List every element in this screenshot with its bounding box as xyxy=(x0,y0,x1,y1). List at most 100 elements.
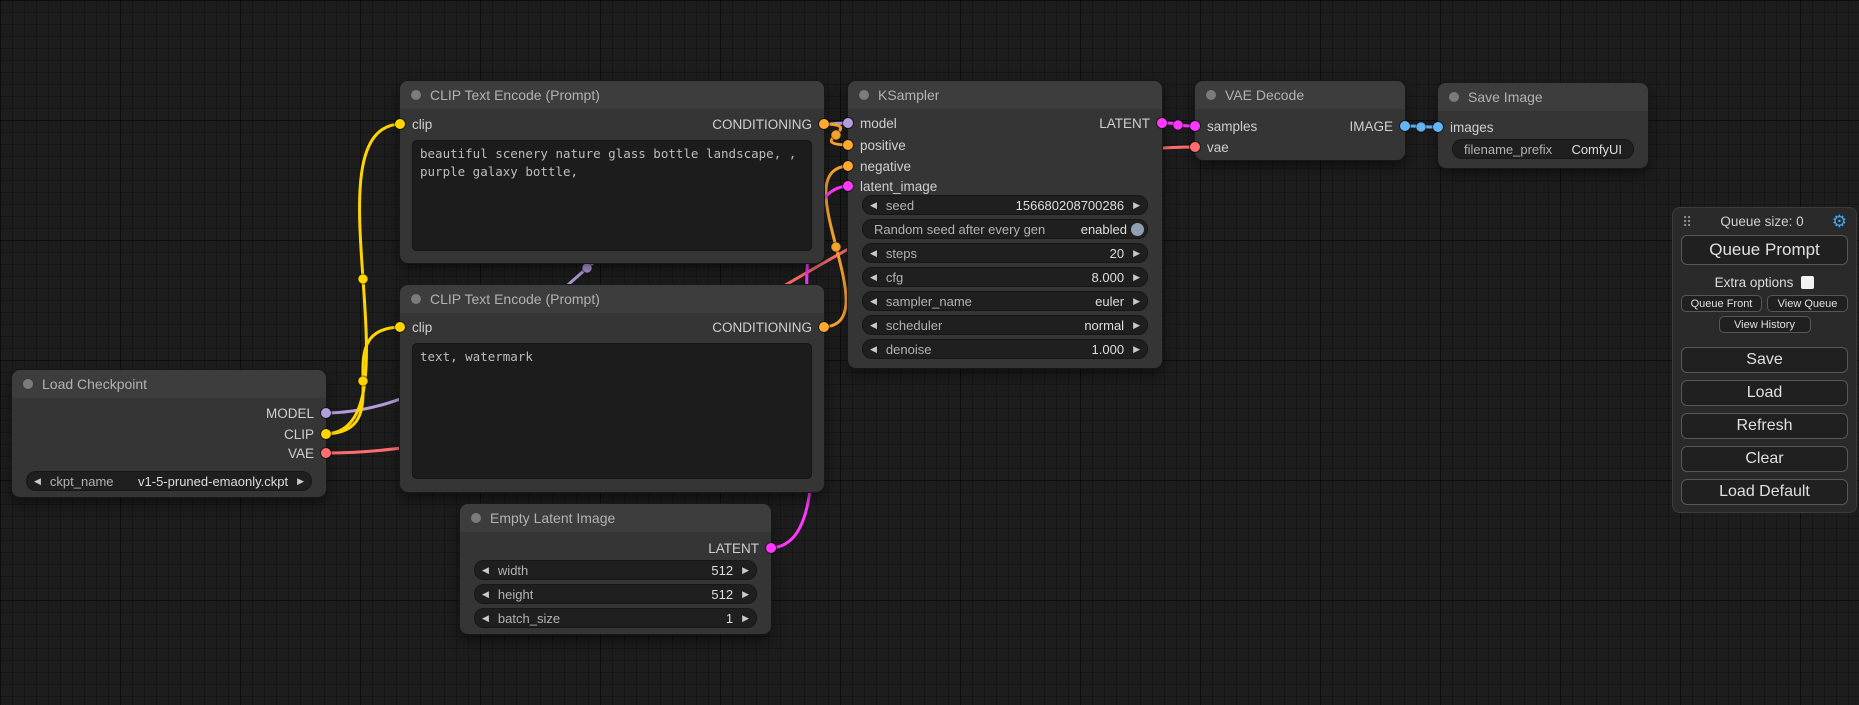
save-button[interactable]: Save xyxy=(1681,347,1848,373)
latent-port-dot[interactable] xyxy=(843,181,853,191)
output-port-latent[interactable]: LATENT xyxy=(1099,113,1167,133)
node-title-bar[interactable]: KSampler xyxy=(848,81,1162,109)
widget-ckpt-name[interactable]: ◀ ckpt_name v1-5-pruned-emaonly.ckpt ▶ xyxy=(26,471,312,491)
clip-port-dot[interactable] xyxy=(395,119,405,129)
widget-width[interactable]: ◀ width 512 ▶ xyxy=(474,560,757,580)
link-midpoint-dot[interactable] xyxy=(1173,120,1183,130)
conditioning-port-dot[interactable] xyxy=(843,140,853,150)
collapse-dot[interactable] xyxy=(411,90,421,100)
input-port-samples[interactable]: samples xyxy=(1190,116,1257,136)
positive-prompt-textarea[interactable]: beautiful scenery nature glass bottle la… xyxy=(412,140,812,251)
image-port-dot[interactable] xyxy=(1433,122,1443,132)
decrement-arrow-icon[interactable]: ◀ xyxy=(870,249,877,258)
clear-button[interactable]: Clear xyxy=(1681,446,1848,472)
output-port-conditioning[interactable]: CONDITIONING xyxy=(712,317,829,337)
input-port-vae[interactable]: vae xyxy=(1190,137,1229,157)
increment-arrow-icon[interactable]: ▶ xyxy=(1133,297,1140,306)
collapse-dot[interactable] xyxy=(411,294,421,304)
decrement-arrow-icon[interactable]: ◀ xyxy=(482,614,489,623)
node-ksampler[interactable]: KSampler model positive negative latent_… xyxy=(848,81,1162,368)
image-port-dot[interactable] xyxy=(1400,121,1410,131)
increment-arrow-icon[interactable]: ▶ xyxy=(1133,273,1140,282)
node-title-bar[interactable]: CLIP Text Encode (Prompt) xyxy=(400,285,824,313)
link-midpoint-dot[interactable] xyxy=(831,242,841,252)
queue-prompt-button[interactable]: Queue Prompt xyxy=(1681,235,1848,265)
increment-arrow-icon[interactable]: ▶ xyxy=(297,477,304,486)
increment-arrow-icon[interactable]: ▶ xyxy=(1133,201,1140,210)
input-port-model[interactable]: model xyxy=(843,113,897,133)
node-title-bar[interactable]: CLIP Text Encode (Prompt) xyxy=(400,81,824,109)
input-port-images[interactable]: images xyxy=(1433,117,1494,137)
node-title-bar[interactable]: Save Image xyxy=(1438,83,1648,111)
vae-port-dot[interactable] xyxy=(1190,142,1200,152)
decrement-arrow-icon[interactable]: ◀ xyxy=(870,297,877,306)
link-midpoint-dot[interactable] xyxy=(831,130,841,140)
widget-denoise[interactable]: ◀ denoise 1.000 ▶ xyxy=(862,339,1148,359)
decrement-arrow-icon[interactable]: ◀ xyxy=(870,345,877,354)
widget-height[interactable]: ◀ height 512 ▶ xyxy=(474,584,757,604)
increment-arrow-icon[interactable]: ▶ xyxy=(1133,345,1140,354)
increment-arrow-icon[interactable]: ▶ xyxy=(742,590,749,599)
decrement-arrow-icon[interactable]: ◀ xyxy=(482,590,489,599)
vae-port-dot[interactable] xyxy=(321,448,331,458)
node-clip-text-encode-positive[interactable]: CLIP Text Encode (Prompt) clip CONDITION… xyxy=(400,81,824,263)
node-clip-text-encode-negative[interactable]: CLIP Text Encode (Prompt) clip CONDITION… xyxy=(400,285,824,492)
node-title-bar[interactable]: Load Checkpoint xyxy=(12,370,326,398)
latent-port-dot[interactable] xyxy=(1157,118,1167,128)
node-load-checkpoint[interactable]: Load Checkpoint MODEL CLIP VAE ◀ ckpt_na… xyxy=(12,370,326,497)
input-port-latent-image[interactable]: latent_image xyxy=(843,176,937,196)
decrement-arrow-icon[interactable]: ◀ xyxy=(870,273,877,282)
conditioning-port-dot[interactable] xyxy=(819,322,829,332)
input-port-positive[interactable]: positive xyxy=(843,135,906,155)
link-midpoint-dot[interactable] xyxy=(358,376,368,386)
view-queue-button[interactable]: View Queue xyxy=(1767,295,1848,312)
decrement-arrow-icon[interactable]: ◀ xyxy=(870,201,877,210)
latent-port-dot[interactable] xyxy=(1190,121,1200,131)
widget-seed[interactable]: ◀ seed 156680208700286 ▶ xyxy=(862,195,1148,215)
node-vae-decode[interactable]: VAE Decode samples vae IMAGE xyxy=(1195,81,1405,160)
collapse-dot[interactable] xyxy=(23,379,33,389)
widget-control-after-generate[interactable]: Random seed after every gen enabled xyxy=(862,219,1148,239)
view-history-button[interactable]: View History xyxy=(1719,316,1811,333)
widget-steps[interactable]: ◀ steps 20 ▶ xyxy=(862,243,1148,263)
output-port-vae[interactable]: VAE xyxy=(288,443,331,463)
clip-port-dot[interactable] xyxy=(321,429,331,439)
link-midpoint-dot[interactable] xyxy=(582,263,592,273)
conditioning-port-dot[interactable] xyxy=(843,161,853,171)
node-save-image[interactable]: Save Image images filename_prefix ComfyU… xyxy=(1438,83,1648,168)
widget-filename-prefix[interactable]: filename_prefix ComfyUI xyxy=(1452,139,1634,159)
link-midpoint-dot[interactable] xyxy=(358,274,368,284)
clip-port-dot[interactable] xyxy=(395,322,405,332)
input-port-clip[interactable]: clip xyxy=(395,317,432,337)
widget-scheduler[interactable]: ◀ scheduler normal ▶ xyxy=(862,315,1148,335)
settings-gear-icon[interactable]: ⚙ xyxy=(1832,213,1847,230)
increment-arrow-icon[interactable]: ▶ xyxy=(742,566,749,575)
increment-arrow-icon[interactable]: ▶ xyxy=(742,614,749,623)
load-default-button[interactable]: Load Default xyxy=(1681,479,1848,505)
increment-arrow-icon[interactable]: ▶ xyxy=(1133,249,1140,258)
output-port-conditioning[interactable]: CONDITIONING xyxy=(712,114,829,134)
toggle-knob[interactable] xyxy=(1131,223,1144,236)
refresh-button[interactable]: Refresh xyxy=(1681,413,1848,439)
drag-handle-icon[interactable]: ⠿ xyxy=(1682,215,1692,229)
collapse-dot[interactable] xyxy=(859,90,869,100)
output-port-latent[interactable]: LATENT xyxy=(708,538,776,558)
decrement-arrow-icon[interactable]: ◀ xyxy=(870,321,877,330)
conditioning-port-dot[interactable] xyxy=(819,119,829,129)
extra-options-checkbox[interactable] xyxy=(1801,276,1814,289)
collapse-dot[interactable] xyxy=(1206,90,1216,100)
widget-cfg[interactable]: ◀ cfg 8.000 ▶ xyxy=(862,267,1148,287)
node-title-bar[interactable]: Empty Latent Image xyxy=(460,504,771,532)
negative-prompt-textarea[interactable]: text, watermark xyxy=(412,343,812,479)
node-graph-canvas[interactable]: Load Checkpoint MODEL CLIP VAE ◀ ckpt_na… xyxy=(0,0,1859,705)
node-empty-latent-image[interactable]: Empty Latent Image LATENT ◀ width 512 ▶ … xyxy=(460,504,771,634)
decrement-arrow-icon[interactable]: ◀ xyxy=(482,566,489,575)
node-title-bar[interactable]: VAE Decode xyxy=(1195,81,1405,109)
model-port-dot[interactable] xyxy=(321,408,331,418)
latent-port-dot[interactable] xyxy=(766,543,776,553)
input-port-negative[interactable]: negative xyxy=(843,156,911,176)
increment-arrow-icon[interactable]: ▶ xyxy=(1133,321,1140,330)
widget-batch-size[interactable]: ◀ batch_size 1 ▶ xyxy=(474,608,757,628)
input-port-clip[interactable]: clip xyxy=(395,114,432,134)
output-port-clip[interactable]: CLIP xyxy=(284,424,331,444)
